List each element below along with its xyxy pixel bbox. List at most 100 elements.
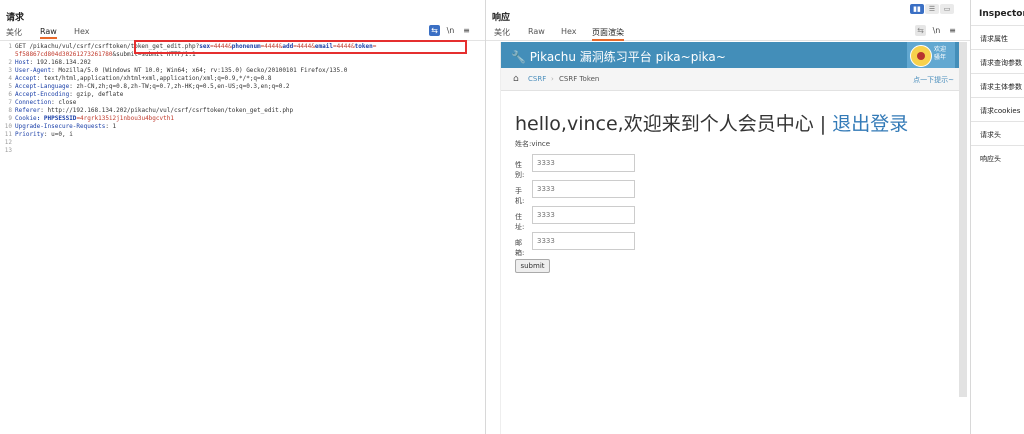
line-number: 1 <box>8 43 12 50</box>
brand-text: Pikachu 漏洞练习平台 pika~pika~ <box>529 50 726 64</box>
line-number: 3 <box>8 67 12 74</box>
response-toolbar: ⇆ \n ≡ <box>910 25 958 36</box>
code-line: 10 Upgrade-Insecure-Requests: 1 <box>0 123 485 131</box>
response-pane: 响应 ▮▮ ☰ ▭ 美化 Raw Hex 页面渲染 ⇆ \n ≡ 🔧 Pikachu 漏… <box>486 0 971 434</box>
inspector-section-label: 请求查询参数 <box>980 59 1022 67</box>
request-editor[interactable]: 1 GET /pikachu/vul/csrf/csrftoken/token_g… <box>0 43 485 155</box>
code-token: : http://192.168.134.202/pikachu/vul/csr… <box>40 107 294 114</box>
breadcrumb-csrf-token: CSRF Token <box>559 75 600 83</box>
line-number: 8 <box>8 107 12 114</box>
user-box[interactable]: 欢迎 骚年 <box>907 42 955 68</box>
code-token: Referer <box>15 107 41 114</box>
code-line: 3 User-Agent: Mozilla/5.0 (Windows NT 10.… <box>0 67 485 75</box>
tab-raw[interactable]: Raw <box>40 27 57 39</box>
inspector-section-cookies[interactable]: 请求cookies <box>971 97 1024 122</box>
code-token: : zh-CN,zh;q=0.8,zh-TW;q=0.7,zh-HK;q=0.5… <box>69 83 290 90</box>
menu-icon[interactable]: ≡ <box>947 25 958 36</box>
scrollbar[interactable] <box>959 42 967 397</box>
field-label: 手机: <box>515 187 525 205</box>
code-token: Host <box>15 59 30 66</box>
hello-text: hello,vince,欢迎来到个人会员中心 | <box>515 113 833 135</box>
wrap-icon[interactable]: ⇆ <box>429 25 440 36</box>
code-line: 11 Priority: u=0, i <box>0 131 485 139</box>
address-input[interactable] <box>532 206 635 224</box>
inspector-section-label: 请求cookies <box>980 107 1021 115</box>
line-number: 6 <box>8 91 12 98</box>
home-icon[interactable]: ⌂ <box>513 74 519 84</box>
newline-icon[interactable]: \n <box>931 25 942 36</box>
inspector-section-label: 请求属性 <box>980 35 1008 43</box>
request-toolbar: ⇆ \n ≡ <box>424 25 472 36</box>
line-text: Priority: u=0, i <box>15 131 73 139</box>
code-line: 2 Host: 192.168.134.202 <box>0 59 485 67</box>
code-token: : u=0, i <box>43 131 73 138</box>
code-line: 13 <box>0 147 485 155</box>
code-token: : gzip, deflate <box>69 91 124 98</box>
site-navbar: 🔧 Pikachu 漏洞练习平台 pika~pika~ 欢迎 骚年 <box>501 42 962 68</box>
wrap-icon[interactable]: ⇆ <box>915 25 926 36</box>
code-line: 12 <box>0 139 485 147</box>
tab-hex[interactable]: Hex <box>561 27 577 36</box>
code-token: Connection <box>15 99 52 106</box>
code-token: 5f58867cd804d30261273261780 <box>15 51 113 58</box>
line-number: 7 <box>8 99 12 106</box>
code-token: Accept-Language <box>15 83 70 90</box>
line-number: 13 <box>4 147 12 154</box>
code-line: 4 Accept: text/html,application/xhtml+xml… <box>0 75 485 83</box>
code-token: Upgrade-Insecure-Requests <box>15 123 106 130</box>
horizontal-view-icon[interactable]: ☰ <box>925 4 939 14</box>
code-line: 9 Cookie: PHPSESSID=4rgrk135i2j1nbou3u4bg… <box>0 115 485 123</box>
inspector-section-request-headers[interactable]: 请求头 <box>971 121 1024 146</box>
line-text: Connection: close <box>15 99 76 107</box>
submit-button[interactable]: submit <box>515 259 550 273</box>
inspector-section-response-headers[interactable]: 响应头 <box>971 145 1024 170</box>
split-view-icon[interactable]: ▮▮ <box>910 4 924 14</box>
field-label: 邮箱: <box>515 239 525 257</box>
tab-pretty[interactable]: 美化 <box>6 27 22 38</box>
tab-hex[interactable]: Hex <box>74 27 90 36</box>
inspector-section-body-params[interactable]: 请求主体参数 <box>971 73 1024 98</box>
code-token: Cookie <box>15 115 37 122</box>
line-number: 4 <box>8 75 12 82</box>
inspector-section-query-params[interactable]: 请求查询参数 <box>971 49 1024 74</box>
hint-link[interactable]: 点一下提示~ <box>913 75 954 85</box>
newline-icon[interactable]: \n <box>445 25 456 36</box>
line-text: Upgrade-Insecure-Requests: 1 <box>15 123 116 131</box>
field-label: 住址: <box>515 213 525 231</box>
code-line: 7 Connection: close <box>0 99 485 107</box>
inspector-pane: Inspector 请求属性 请求查询参数 请求主体参数 请求cookies 请… <box>971 0 1024 434</box>
sex-input[interactable] <box>532 154 635 172</box>
inspector-section-label: 响应头 <box>980 155 1001 163</box>
line-text: Accept-Encoding: gzip, deflate <box>15 91 123 99</box>
line-number: 2 <box>8 59 12 66</box>
line-number: 10 <box>4 123 12 130</box>
avatar <box>910 45 932 67</box>
tab-pretty[interactable]: 美化 <box>494 27 510 38</box>
line-number: 12 <box>4 139 12 146</box>
welcome-text: 欢迎 骚年 <box>934 46 954 62</box>
response-title: 响应 <box>492 13 511 23</box>
breadcrumb-csrf[interactable]: CSRF <box>528 75 546 83</box>
inspector-section-label: 请求主体参数 <box>980 83 1022 91</box>
code-token: : close <box>51 99 77 106</box>
email-input[interactable] <box>532 232 635 250</box>
code-token: Accept <box>15 75 37 82</box>
menu-icon[interactable]: ≡ <box>461 25 472 36</box>
code-line: 5 Accept-Language: zh-CN,zh;q=0.8,zh-TW;q… <box>0 83 485 91</box>
response-tabs: 美化 Raw Hex 页面渲染 <box>486 27 970 41</box>
phone-input[interactable] <box>532 180 635 198</box>
page-heading: hello,vince,欢迎来到个人会员中心 | 退出登录 <box>515 109 908 136</box>
breadcrumb-separator: › <box>551 75 554 83</box>
inspector-section-request-attributes[interactable]: 请求属性 <box>971 25 1024 50</box>
site-brand[interactable]: 🔧 Pikachu 漏洞练习平台 pika~pika~ <box>511 48 726 65</box>
inspector-section-label: 请求头 <box>980 131 1001 139</box>
tab-raw[interactable]: Raw <box>528 27 545 36</box>
tab-render[interactable]: 页面渲染 <box>592 27 624 41</box>
line-number: 5 <box>8 83 12 90</box>
logout-link[interactable]: 退出登录 <box>832 113 908 135</box>
layout-toggle: ▮▮ ☰ ▭ <box>910 4 955 14</box>
single-view-icon[interactable]: ▭ <box>940 4 954 14</box>
username-label: 姓名:vince <box>515 140 551 148</box>
line-text: Accept: text/html,application/xhtml+xml,… <box>15 75 272 83</box>
line-number: 11 <box>4 131 12 138</box>
